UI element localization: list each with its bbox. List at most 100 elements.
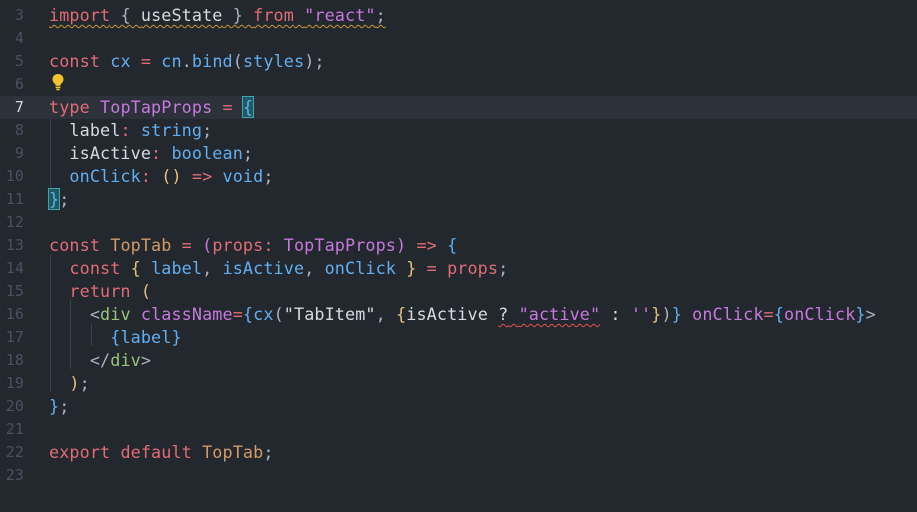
code-line[interactable]: 8 label: string; (0, 119, 917, 142)
code-token: "active" (518, 304, 601, 324)
code-token: "TabItem" (283, 304, 376, 324)
code-token: isActive (49, 143, 152, 163)
code-text[interactable]: }; (49, 395, 69, 418)
code-token: export (49, 442, 121, 462)
code-token: { (241, 96, 255, 118)
code-token: ; (202, 120, 213, 140)
code-text[interactable]: return ( (49, 280, 151, 303)
code-token: ( (273, 304, 284, 324)
code-line[interactable]: 6 (0, 73, 917, 96)
code-text[interactable]: {label} (49, 326, 182, 349)
code-line[interactable]: 13 const TopTab = (props: TopTapProps) =>… (0, 234, 917, 257)
code-token: = (763, 304, 774, 324)
code-line[interactable]: 3 import { useState } from "react"; (0, 4, 917, 27)
code-line[interactable]: 10 onClick: () => void; (0, 165, 917, 188)
code-token: > (865, 304, 876, 324)
code-text[interactable]: onClick: () => void; (49, 165, 274, 188)
code-token: , (375, 304, 397, 324)
code-token: : (120, 120, 141, 140)
code-text[interactable]: const { label, isActive, onClick } = pro… (49, 257, 508, 280)
code-token: className (130, 304, 233, 324)
code-token: { (773, 304, 784, 324)
code-token: } (222, 5, 254, 25)
code-line[interactable]: 16 <div className={cx("TabItem", {isActi… (0, 303, 917, 326)
code-token: props (447, 258, 499, 278)
line-number: 16 (5, 305, 24, 323)
code-token: { (396, 304, 407, 324)
line-number: 14 (5, 259, 24, 277)
code-line[interactable]: 23 (0, 464, 917, 487)
code-token: ? (498, 304, 509, 324)
code-editor[interactable]: 3 import { useState } from "react"; 4 5 cons… (0, 0, 917, 512)
code-text[interactable]: </div> (49, 349, 151, 372)
code-token: </ (49, 350, 111, 370)
code-token: const (49, 258, 131, 278)
code-token: } (651, 304, 662, 324)
code-token: { (242, 304, 254, 324)
code-text[interactable]: export default TopTab; (49, 441, 274, 464)
line-number: 9 (14, 144, 24, 162)
code-text[interactable]: isActive: boolean; (49, 142, 253, 165)
code-line[interactable]: 5 const cx = cn.bind(styles); (0, 50, 917, 73)
code-text[interactable]: const cx = cn.bind(styles); (49, 50, 325, 73)
code-text[interactable]: }; (47, 188, 70, 211)
code-token: , (202, 258, 223, 278)
code-token: ; (263, 166, 274, 186)
code-token: ; (242, 143, 254, 163)
code-text[interactable]: ); (49, 372, 90, 395)
code-token: return (49, 281, 141, 301)
line-number: 22 (5, 443, 24, 461)
line-number: 3 (14, 6, 24, 24)
code-token: div (100, 304, 131, 324)
code-token: onClick (324, 258, 397, 278)
code-token: onClick (783, 304, 856, 324)
code-line[interactable]: 17 {label} (0, 326, 917, 349)
code-token: ( (232, 51, 243, 71)
line-number: 13 (5, 236, 24, 254)
line-number: 4 (14, 29, 24, 47)
code-token: styles (242, 51, 305, 71)
code-token: ( (140, 281, 152, 301)
code-text[interactable]: <div className={cx("TabItem", {isActive … (49, 303, 876, 326)
code-line[interactable]: 9 isActive: boolean; (0, 142, 917, 165)
code-token: () (161, 166, 192, 186)
code-token: cx (110, 51, 131, 71)
code-line[interactable]: 22 export default TopTab; (0, 441, 917, 464)
line-number: 7 (14, 98, 24, 116)
line-number: 10 (5, 167, 24, 185)
code-line[interactable]: 21 (0, 418, 917, 441)
code-token: = (232, 304, 243, 324)
code-token: : (263, 235, 284, 255)
code-token: ; (375, 5, 386, 25)
code-line[interactable]: 12 (0, 211, 917, 234)
code-line[interactable]: 11}; (0, 188, 917, 211)
code-token: ; (59, 189, 70, 209)
code-token: isActive (406, 304, 488, 324)
code-token: : (600, 304, 631, 324)
code-text[interactable]: const TopTab = (props: TopTapProps) => { (49, 234, 457, 257)
code-line[interactable]: 20}; (0, 395, 917, 418)
code-token: ) (396, 235, 407, 255)
code-token: = (130, 51, 162, 71)
code-line[interactable]: 7 type TopTapProps = { (0, 96, 917, 119)
code-line[interactable]: 18 </div> (0, 349, 917, 372)
code-line[interactable]: 19 ); (0, 372, 917, 395)
code-token: } (396, 258, 417, 278)
code-token: cn (161, 51, 182, 71)
code-text[interactable]: label: string; (49, 119, 212, 142)
code-token: type (49, 97, 101, 117)
code-token: TopTab (110, 235, 172, 255)
line-number: 18 (5, 351, 24, 369)
code-token: } (49, 396, 60, 416)
line-number: 15 (5, 282, 24, 300)
code-token: ( (202, 235, 213, 255)
code-token: div (110, 350, 141, 370)
code-line[interactable]: 14 const { label, isActive, onClick } = … (0, 257, 917, 280)
code-text[interactable]: import { useState } from "react"; (49, 4, 386, 27)
code-token: { (49, 327, 121, 347)
code-line[interactable]: 15 return ( (0, 280, 917, 303)
code-token: TopTab (202, 442, 264, 462)
code-line[interactable]: 4 (0, 27, 917, 50)
code-text[interactable]: type TopTapProps = { (49, 96, 255, 119)
code-token: } (171, 327, 182, 347)
